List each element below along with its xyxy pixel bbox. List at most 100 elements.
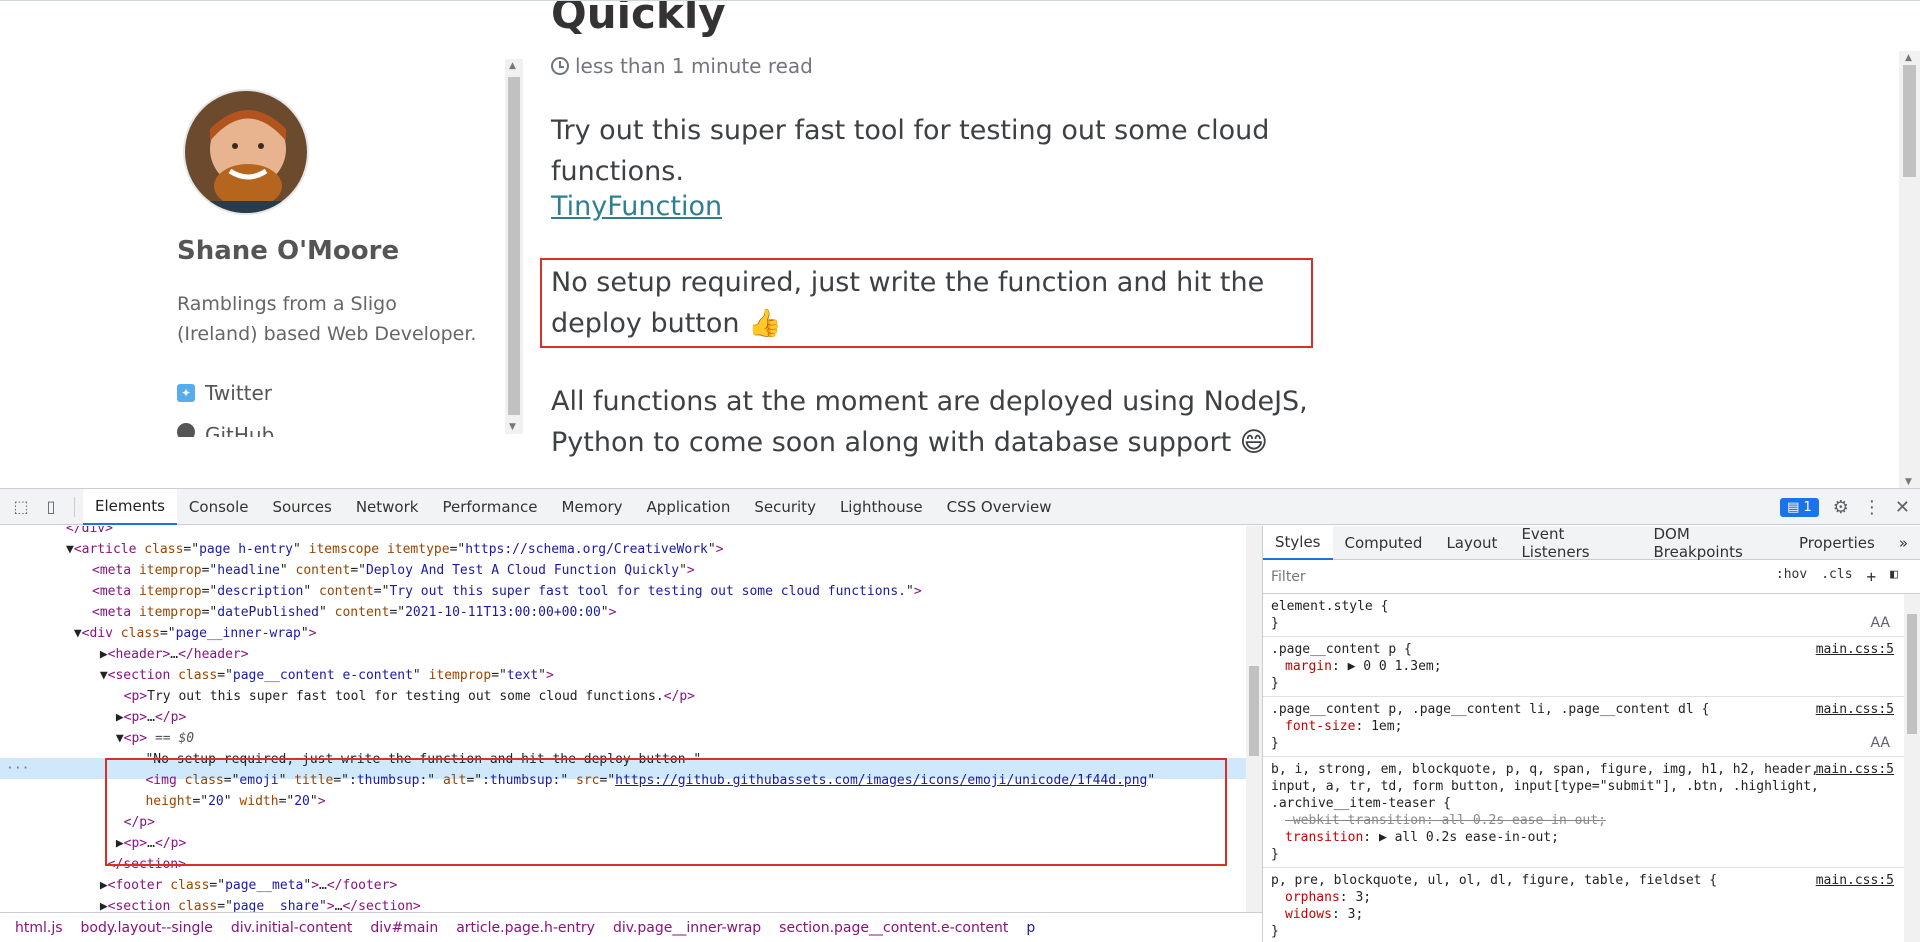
dom-node-line[interactable]: <p>Try out this super fast tool for test… <box>108 686 695 707</box>
styles-tab-properties[interactable]: Properties <box>1787 526 1887 560</box>
css-colon: : <box>1355 719 1372 734</box>
styles-scroll-thumb[interactable] <box>1907 614 1917 734</box>
css-property-value[interactable]: 3; <box>1355 890 1371 905</box>
tab-css-overview[interactable]: CSS Overview <box>935 489 1064 525</box>
device-toolbar-icon[interactable]: ▯ <box>36 489 66 525</box>
close-devtools-icon[interactable]: ✕ <box>1895 497 1910 518</box>
more-tabs-icon[interactable]: » <box>1887 526 1920 560</box>
tab-security[interactable]: Security <box>742 489 828 525</box>
dom-node-line[interactable]: ▶<footer class="page__meta">…</footer> <box>92 875 397 896</box>
read-time-text: less than 1 minute read <box>575 54 813 78</box>
breadcrumb-item[interactable]: div.initial-content <box>222 920 362 936</box>
styles-scrollbar[interactable] <box>1904 594 1920 942</box>
css-property-name[interactable]: transition <box>1285 830 1363 845</box>
toggle-sidebar-icon[interactable]: ◧ <box>1890 567 1898 586</box>
style-rule[interactable]: element.style {} AA <box>1263 594 1920 637</box>
rule-source-link[interactable]: main.css:5 <box>1816 872 1894 889</box>
tab-memory[interactable]: Memory <box>550 489 635 525</box>
breadcrumb-item[interactable]: p <box>1017 920 1044 936</box>
tinyfunction-link[interactable]: TinyFunction <box>551 191 722 222</box>
css-property-value[interactable]: 3; <box>1348 907 1364 922</box>
more-options-icon[interactable]: ⋮ <box>1863 497 1881 518</box>
dom-node-line[interactable]: <meta itemprop="datePublished" content="… <box>92 602 616 623</box>
rule-selector[interactable]: element.style { <box>1271 598 1912 615</box>
css-property[interactable]: font-size: 1em; <box>1271 718 1912 735</box>
dom-node-line[interactable]: ▶<header>…</header> <box>92 644 249 665</box>
dom-node-line[interactable]: ▼<section class="page__content e-content… <box>92 665 554 686</box>
css-property[interactable]: orphans: 3; <box>1271 889 1912 906</box>
settings-gear-icon[interactable]: ⚙ <box>1833 497 1849 518</box>
issues-badge[interactable]: ▤ 1 <box>1780 497 1819 517</box>
css-property-name[interactable]: widows <box>1285 907 1332 922</box>
breadcrumb-item[interactable]: div.page__inner-wrap <box>604 920 770 936</box>
scroll-up-arrow-icon[interactable]: ▲ <box>1905 53 1912 63</box>
style-rule[interactable]: .page__content p, .page__content li, .pa… <box>1263 697 1920 757</box>
dom-node-line[interactable]: <meta itemprop="description" content="Tr… <box>92 581 922 602</box>
elements-scrollbar[interactable] <box>1246 526 1262 912</box>
css-property[interactable]: -webkit-transition: all 0.2s ease-in-out… <box>1271 812 1912 829</box>
tab-sources[interactable]: Sources <box>260 489 343 525</box>
styles-filter-input[interactable]: Filter <box>1271 569 1306 585</box>
cls-toggle[interactable]: .cls <box>1821 567 1852 586</box>
add-rule-icon[interactable]: + <box>1867 567 1877 586</box>
dom-node-line[interactable]: ▼<p> == $0 <box>108 728 194 749</box>
style-rule[interactable]: b, i, strong, em, blockquote, p, q, span… <box>1263 757 1920 868</box>
scroll-up-arrow-icon[interactable]: ▲ <box>509 61 516 71</box>
css-property[interactable]: widows: 3; <box>1271 906 1912 923</box>
author-link-twitter[interactable]: ✦ Twitter <box>177 381 272 405</box>
css-property-value[interactable]: 1em; <box>1371 719 1402 734</box>
hov-toggle[interactable]: :hov <box>1776 567 1807 586</box>
tab-elements[interactable]: Elements <box>83 488 177 525</box>
breadcrumb-item[interactable]: article.page.h-entry <box>447 920 604 936</box>
author-link-github[interactable]: GitHub <box>177 423 274 437</box>
breadcrumb-item[interactable]: section.page__content.e-content <box>770 920 1017 936</box>
rule-source-link[interactable]: main.css:5 <box>1816 641 1894 658</box>
dom-node-line[interactable]: ▶<section class="page__share">…</section… <box>92 896 421 912</box>
dom-node-line[interactable]: <meta itemprop="headline" content="Deplo… <box>92 560 695 581</box>
css-property-name[interactable]: -webkit-transition <box>1285 813 1426 828</box>
css-property-value[interactable]: ▶ all 0.2s ease-in-out; <box>1379 830 1559 845</box>
styles-tab-event-listeners[interactable]: Event Listeners <box>1509 526 1641 561</box>
intro-paragraph: Try out this super fast tool for testing… <box>551 115 1270 187</box>
breadcrumb-item[interactable]: div#main <box>361 920 447 936</box>
css-property-name[interactable]: font-size <box>1285 719 1355 734</box>
css-property-name[interactable]: margin <box>1285 659 1332 674</box>
rule-source-link[interactable]: main.css:5 <box>1816 701 1894 718</box>
breadcrumb-item[interactable]: body.layout--single <box>72 920 222 936</box>
breadcrumb-item[interactable]: html.js <box>6 920 72 936</box>
style-rule[interactable]: p, pre, blockquote, ul, ol, dl, figure, … <box>1263 868 1920 942</box>
node-ellipsis-icon[interactable]: ··· <box>6 758 29 779</box>
css-property[interactable]: margin: ▶ 0 0 1.3em; <box>1271 658 1912 675</box>
sidebar-scroll-thumb[interactable] <box>508 77 520 415</box>
inspect-element-icon[interactable]: ⬚ <box>6 489 36 525</box>
tab-network[interactable]: Network <box>344 489 431 525</box>
styles-tab-styles[interactable]: Styles <box>1263 526 1333 560</box>
elements-scroll-thumb[interactable] <box>1249 666 1259 756</box>
styles-tab-dom-breakpoints[interactable]: DOM Breakpoints <box>1641 526 1787 561</box>
rule-source-link[interactable]: main.css:5 <box>1816 761 1894 778</box>
dom-node-line[interactable]: ▼<article class="page h-entry" itemscope… <box>66 539 724 560</box>
tab-lighthouse[interactable]: Lighthouse <box>828 489 935 525</box>
styles-tab-computed[interactable]: Computed <box>1333 526 1435 560</box>
scroll-down-arrow-icon[interactable]: ▼ <box>509 422 516 432</box>
tab-performance[interactable]: Performance <box>430 489 549 525</box>
dom-node-line[interactable]: </div> <box>66 526 113 539</box>
tab-console[interactable]: Console <box>177 489 261 525</box>
twitter-icon: ✦ <box>177 384 195 402</box>
dom-node-line[interactable]: ▼<div class="page__inner-wrap"> <box>66 623 317 644</box>
tab-application[interactable]: Application <box>635 489 743 525</box>
font-editor-icon[interactable]: AA <box>1870 735 1890 752</box>
scroll-down-arrow-icon[interactable]: ▼ <box>1905 477 1912 487</box>
css-property-name[interactable]: orphans <box>1285 890 1340 905</box>
sidebar-scrollbar[interactable]: ▲ ▼ <box>505 59 523 434</box>
css-property-value[interactable]: all 0.2s ease-in-out; <box>1442 813 1606 828</box>
elements-tree[interactable]: </div> ▼<article class="page h-entry" ite… <box>0 526 1262 912</box>
dom-node-line[interactable]: ▶<p>…</p> <box>108 707 186 728</box>
style-rule[interactable]: .page__content p {main.css:5 margin: ▶ 0 … <box>1263 637 1920 697</box>
css-property[interactable]: transition: ▶ all 0.2s ease-in-out; <box>1271 829 1912 846</box>
page-scrollbar[interactable]: ▲ ▼ <box>1899 51 1920 488</box>
font-editor-icon[interactable]: AA <box>1870 615 1890 632</box>
css-property-value[interactable]: ▶ 0 0 1.3em; <box>1348 659 1442 674</box>
styles-tab-layout[interactable]: Layout <box>1434 526 1509 560</box>
page-scroll-thumb[interactable] <box>1903 65 1916 177</box>
